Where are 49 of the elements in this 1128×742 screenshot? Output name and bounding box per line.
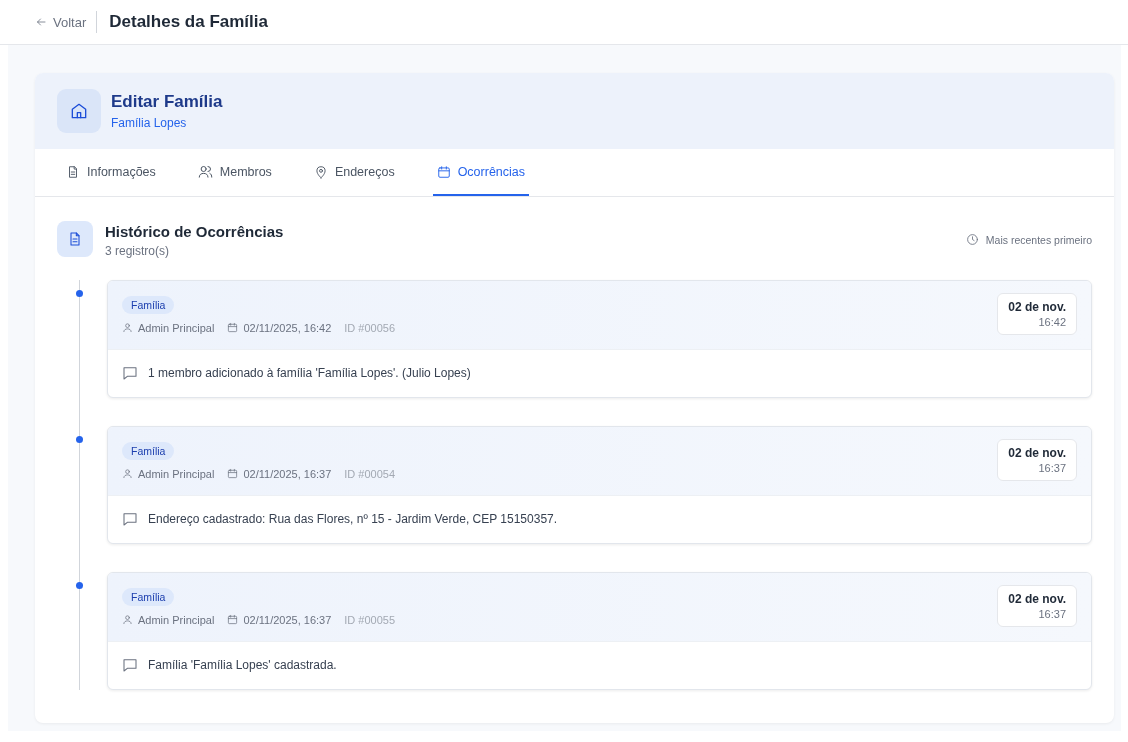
author-name: Admin Principal xyxy=(138,613,215,626)
occurrence-datetime: 02/11/2025, 16:37 xyxy=(243,613,332,626)
category-tag: Família xyxy=(122,441,175,460)
calendar-icon xyxy=(227,468,239,479)
occurrence-message: Endereço cadastrado: Rua das Flores, nº 15 - Jardim Verde, CEP 15150357. xyxy=(148,512,558,526)
document-icon xyxy=(66,164,80,179)
author-name: Admin Principal xyxy=(138,321,215,334)
occurrence-message: 1 membro adicionado à família 'Família Lopes'. (Julio Lopes) xyxy=(148,366,471,380)
occurrence-id: ID #00054 xyxy=(344,467,396,480)
user-icon xyxy=(122,468,133,479)
family-name: Família Lopes xyxy=(111,116,188,130)
tab[interactable]: Endereços xyxy=(309,149,399,196)
occurrence-message: Família 'Família Lopes' cadastrada. xyxy=(148,658,337,672)
comment-icon xyxy=(122,511,138,527)
comment-icon xyxy=(122,365,138,381)
comment-icon xyxy=(122,657,138,673)
back-arrow-icon xyxy=(35,16,47,28)
location-pin-icon xyxy=(313,164,328,179)
user-icon xyxy=(122,322,133,333)
tab[interactable]: Informações xyxy=(62,149,160,196)
clock-icon xyxy=(965,233,979,246)
timeline-dot xyxy=(76,290,83,297)
sort-order-label: Mais recentes primeiro xyxy=(985,233,1092,246)
occurrence-id: ID #00056 xyxy=(344,321,396,334)
calendar-icon xyxy=(227,322,239,333)
family-form-title: Editar Família xyxy=(111,92,223,112)
occurrence-id: ID #00055 xyxy=(344,613,396,626)
date-badge: 02 de nov. 16:37 xyxy=(997,585,1077,627)
category-tag: Família xyxy=(122,587,175,606)
timeline-dot xyxy=(76,436,83,443)
tab[interactable]: Membros xyxy=(193,149,276,196)
calendar-icon xyxy=(436,164,451,179)
users-icon xyxy=(197,164,213,179)
record-count: 3 registro(s) xyxy=(105,244,170,258)
tab[interactable]: Ocorrências xyxy=(432,149,530,196)
calendar-icon xyxy=(227,614,239,625)
author-name: Admin Principal xyxy=(138,467,215,480)
occurrence-datetime: 02/11/2025, 16:42 xyxy=(243,321,332,334)
page-title: Detalhes da Família xyxy=(109,12,268,32)
section-title: Histórico de Ocorrências xyxy=(105,223,284,240)
back-link[interactable]: Voltar xyxy=(35,11,98,33)
date-badge: 02 de nov. 16:37 xyxy=(997,439,1077,481)
occurrence-datetime: 02/11/2025, 16:37 xyxy=(243,467,332,480)
timeline-dot xyxy=(76,582,83,589)
date-badge: 02 de nov. 16:42 xyxy=(997,293,1077,335)
category-tag: Família xyxy=(122,295,175,314)
document-icon xyxy=(57,221,93,257)
user-icon xyxy=(122,614,133,625)
home-icon xyxy=(57,89,101,133)
